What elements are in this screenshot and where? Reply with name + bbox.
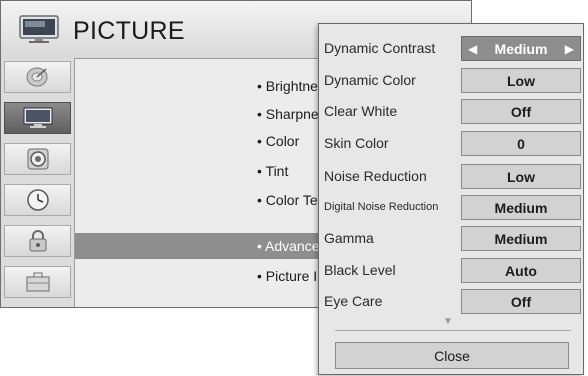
- setting-value[interactable]: Medium: [461, 195, 581, 220]
- setting-label: Clear White: [324, 103, 398, 119]
- setting-row-black-level: Black Level Auto: [319, 258, 583, 284]
- setting-label: Dynamic Contrast: [324, 40, 436, 56]
- setting-row-digital-noise-reduction: Digital Noise Reduction Medium: [319, 195, 583, 221]
- setting-label: Noise Reduction: [324, 168, 427, 184]
- setting-row-eye-care: Eye Care Off: [319, 289, 583, 315]
- close-button[interactable]: Close: [335, 342, 569, 369]
- setting-value[interactable]: Low: [461, 164, 581, 189]
- speaker-icon[interactable]: [4, 143, 71, 175]
- setting-label: Digital Noise Reduction: [324, 201, 439, 213]
- left-arrow-icon[interactable]: ◀: [468, 42, 477, 56]
- setting-label: Eye Care: [324, 293, 383, 309]
- setting-label: Black Level: [324, 262, 396, 278]
- category-sidebar: [1, 58, 75, 307]
- tv-icon: [19, 15, 59, 43]
- divider: [335, 330, 571, 331]
- setting-value[interactable]: Off: [461, 289, 581, 314]
- setting-label: Dynamic Color: [324, 72, 416, 88]
- setting-value: Medium: [494, 40, 548, 57]
- setting-label: Skin Color: [324, 135, 389, 151]
- advanced-control-popup: Dynamic Contrast ◀ Medium ▶ Dynamic Colo…: [318, 23, 584, 375]
- setting-row-dynamic-contrast: Dynamic Contrast ◀ Medium ▶: [319, 36, 583, 62]
- setting-value[interactable]: Auto: [461, 258, 581, 283]
- tv-icon[interactable]: [4, 102, 71, 134]
- satellite-dish-icon[interactable]: [4, 61, 71, 93]
- setting-label: Gamma: [324, 230, 374, 246]
- clock-icon[interactable]: [4, 184, 71, 216]
- page-title: PICTURE: [73, 17, 185, 45]
- setting-row-clear-white: Clear White Off: [319, 99, 583, 125]
- setting-row-noise-reduction: Noise Reduction Low: [319, 164, 583, 190]
- setting-value[interactable]: Low: [461, 68, 581, 93]
- setting-value-selector[interactable]: ◀ Medium ▶: [461, 36, 581, 61]
- scroll-down-icon[interactable]: ▼: [443, 316, 453, 327]
- briefcase-icon[interactable]: [4, 266, 71, 298]
- setting-value[interactable]: 0: [461, 131, 581, 156]
- setting-value[interactable]: Off: [461, 99, 581, 124]
- right-arrow-icon[interactable]: ▶: [565, 42, 574, 56]
- lock-icon[interactable]: [4, 225, 71, 257]
- setting-row-gamma: Gamma Medium: [319, 226, 583, 252]
- setting-value[interactable]: Medium: [461, 226, 581, 251]
- setting-row-skin-color: Skin Color 0: [319, 131, 583, 157]
- setting-row-dynamic-color: Dynamic Color Low: [319, 68, 583, 94]
